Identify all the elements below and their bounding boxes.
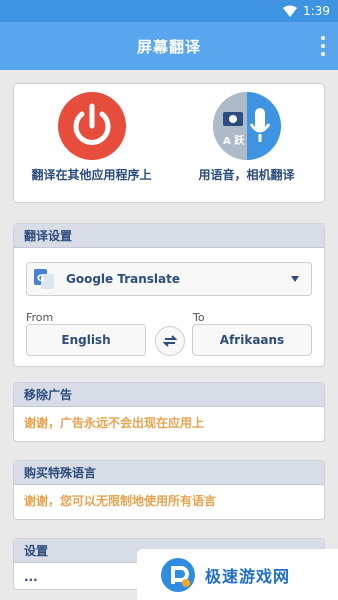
- feature-card: 翻译在其他应用程序上 A 跃 用语音，相机翻译: [13, 83, 325, 203]
- app-bar: 屏幕翻译: [0, 22, 338, 70]
- engine-dropdown[interactable]: G Google Translate: [26, 262, 312, 296]
- status-time: 1:39: [303, 4, 330, 18]
- power-icon: [57, 92, 126, 160]
- buy-languages-card[interactable]: 购买特殊语言 谢谢，您可以无限制地使用所有语言: [13, 460, 325, 520]
- voice-camera-translate-button[interactable]: A 跃 用语音，相机翻译: [169, 84, 324, 202]
- google-translate-icon: G: [34, 269, 54, 289]
- remove-ads-header: 移除广告: [14, 383, 324, 407]
- from-language-button[interactable]: English: [26, 324, 146, 356]
- chevron-down-icon: [291, 276, 299, 282]
- translate-other-apps-button[interactable]: 翻译在其他应用程序上: [14, 84, 169, 202]
- remove-ads-card[interactable]: 移除广告 谢谢，广告永远不会出现在应用上: [13, 382, 325, 442]
- wifi-icon: [283, 5, 298, 17]
- engine-name: Google Translate: [66, 272, 181, 286]
- buy-languages-header: 购买特殊语言: [14, 461, 324, 485]
- to-language-button[interactable]: Afrikaans: [192, 324, 312, 356]
- watermark-text: 极速游戏网: [205, 566, 291, 586]
- to-label: To: [193, 311, 205, 324]
- translate-other-apps-label: 翻译在其他应用程序上: [31, 168, 152, 182]
- from-label: From: [26, 311, 54, 324]
- swap-languages-button[interactable]: [155, 326, 185, 356]
- watermark: 极速游戏网: [137, 549, 338, 600]
- svg-text:G: G: [37, 274, 44, 284]
- remove-ads-text: 谢谢，广告永远不会出现在应用上: [24, 416, 205, 430]
- voice-camera-label: 用语音，相机翻译: [198, 168, 295, 182]
- watermark-logo-icon: [161, 557, 195, 592]
- camera-mic-icon: A 跃: [212, 92, 281, 160]
- buy-languages-text: 谢谢，您可以无限制地使用所有语言: [24, 494, 217, 508]
- translation-settings-card: 翻译设置 G Google Translate From To English …: [13, 223, 325, 367]
- app-title: 屏幕翻译: [136, 37, 201, 56]
- settings-header: 翻译设置: [14, 224, 324, 248]
- swap-icon: [162, 335, 178, 347]
- more-vert-icon[interactable]: [320, 36, 326, 56]
- status-bar: 1:39: [0, 0, 338, 22]
- svg-text:A 跃: A 跃: [223, 134, 245, 147]
